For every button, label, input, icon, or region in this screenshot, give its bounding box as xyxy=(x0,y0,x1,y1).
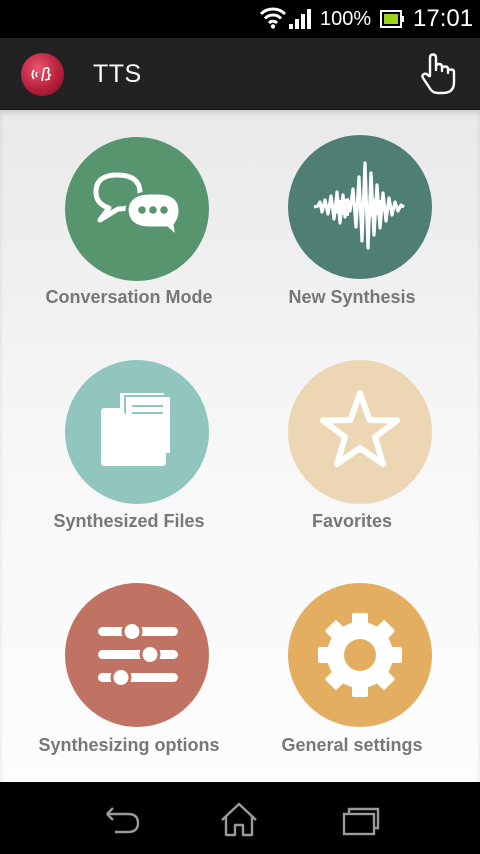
conversation-mode-button[interactable] xyxy=(65,137,209,281)
action-bar: TTS xyxy=(0,38,480,110)
tile-label: General settings xyxy=(281,735,423,755)
gear-icon xyxy=(318,613,402,697)
clock: 17:01 xyxy=(413,5,474,32)
favorites-button[interactable] xyxy=(288,360,432,504)
sliders-icon xyxy=(98,621,178,688)
tile-label: New Synthesis xyxy=(288,287,416,307)
general-settings-button[interactable] xyxy=(288,583,432,727)
wifi-icon xyxy=(260,7,286,29)
waveform-icon xyxy=(313,161,405,250)
battery-icon xyxy=(380,10,404,28)
synthesizing-options-tile[interactable]: Synthesizing options xyxy=(9,558,249,782)
star-icon xyxy=(320,390,400,467)
synthesized-files-button[interactable] xyxy=(65,360,209,504)
tile-label: Favorites xyxy=(311,511,393,531)
back-icon[interactable] xyxy=(90,800,150,838)
folder-files-icon xyxy=(101,391,172,466)
general-settings-tile[interactable]: General settings xyxy=(232,558,472,782)
tts-logo-icon[interactable] xyxy=(21,53,64,96)
signal-icon xyxy=(289,9,311,29)
favorites-tile[interactable]: Favorites xyxy=(232,334,472,558)
synthesizing-options-button[interactable] xyxy=(65,583,209,727)
status-bar: 100% 17:01 xyxy=(0,0,480,38)
home-icon[interactable] xyxy=(209,800,269,838)
conversation-mode-tile[interactable]: Conversation Mode xyxy=(9,110,249,334)
new-synthesis-tile[interactable]: New Synthesis xyxy=(232,110,472,334)
navigation-bar xyxy=(0,782,480,854)
tile-label: Conversation Mode xyxy=(45,287,213,307)
synthesized-files-tile[interactable]: Synthesized Files xyxy=(9,334,249,558)
hand-pointer-icon[interactable] xyxy=(414,50,462,98)
tile-label: Synthesized Files xyxy=(53,511,205,531)
recent-apps-icon[interactable] xyxy=(330,800,390,838)
chat-bubbles-icon xyxy=(93,172,182,241)
tile-label: Synthesizing options xyxy=(38,735,220,755)
main-menu-grid: Conversation Mode New Synthesis Synthesi… xyxy=(0,110,480,782)
battery-percent: 100% xyxy=(320,8,372,30)
app-title: TTS xyxy=(93,60,142,88)
new-synthesis-button[interactable] xyxy=(288,135,432,279)
